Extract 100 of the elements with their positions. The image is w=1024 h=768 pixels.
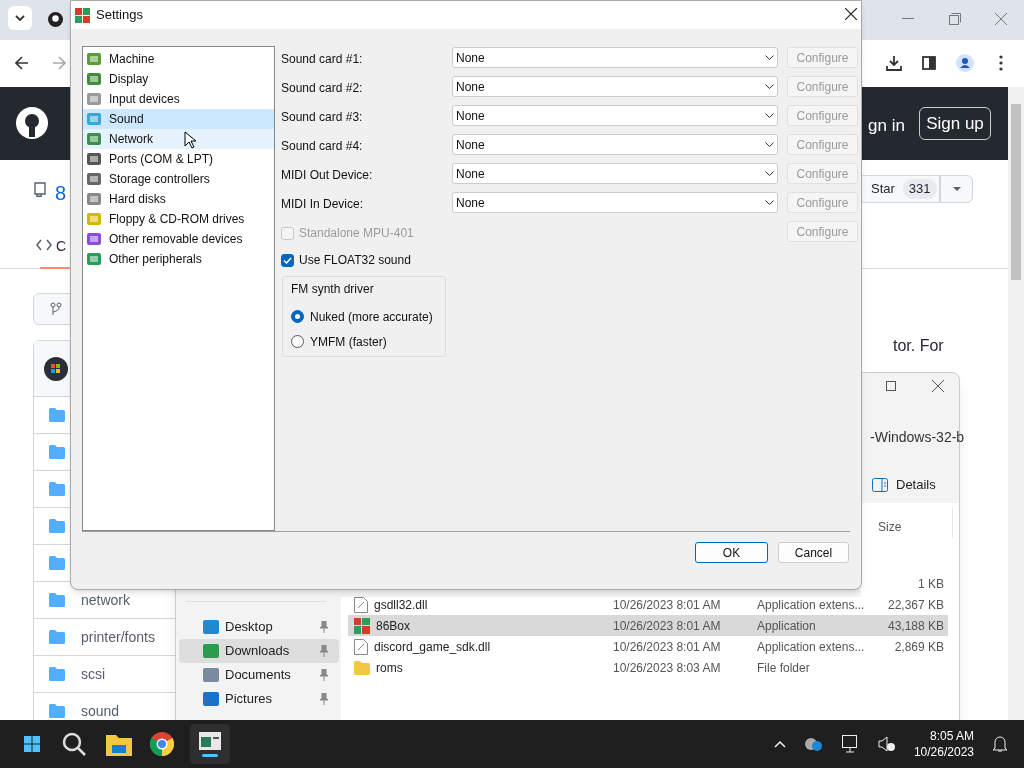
readme-text: tor. For (893, 336, 944, 356)
ok-button[interactable]: OK (695, 542, 768, 563)
close-icon[interactable] (932, 380, 944, 392)
checkbox[interactable] (281, 253, 294, 267)
side-panel-icon[interactable] (922, 56, 936, 70)
category-item[interactable]: Other peripherals (83, 249, 274, 269)
search-icon[interactable] (60, 730, 88, 758)
device-label: MIDI In Device: (281, 196, 365, 213)
radio-label: YMFM (faster) (310, 333, 387, 351)
code-tab[interactable]: C (56, 236, 67, 257)
nav-item[interactable]: Documents (179, 663, 339, 687)
bell-icon[interactable] (992, 735, 1008, 753)
file-row[interactable]: discord_game_sdk.dll 10/26/2023 8:01 AM Application extens... 2,869 KB (348, 636, 948, 657)
folder-name-link[interactable]: scsi (81, 663, 106, 685)
category-item[interactable]: Network (83, 129, 274, 149)
browser-icon[interactable] (150, 732, 174, 756)
device-dropdown[interactable]: None (452, 47, 778, 68)
category-item[interactable]: Sound (83, 109, 274, 129)
speaker-muted-icon[interactable] (877, 736, 896, 752)
column-header[interactable]: Size (878, 518, 902, 536)
radio-button[interactable] (291, 310, 304, 323)
file-row[interactable]: gsdll32.dll 10/26/2023 8:01 AM Application extens... 22,367 KB (348, 594, 948, 615)
file-name: 86Box (376, 617, 411, 635)
cancel-button[interactable]: Cancel (778, 542, 849, 563)
close-icon[interactable] (845, 8, 857, 20)
download-icon[interactable] (886, 55, 902, 71)
folder-icon (49, 519, 65, 533)
app-taskbar-button[interactable] (190, 724, 230, 764)
category-item[interactable]: Display (83, 69, 274, 89)
device-dropdown[interactable]: None (452, 192, 778, 213)
category-item[interactable]: Ports (COM & LPT) (83, 149, 274, 169)
mouse-cursor-icon (184, 131, 196, 149)
file-type: Application extens... (757, 597, 865, 612)
folder-icon (49, 445, 65, 459)
folder-name-link[interactable]: sound (81, 700, 120, 722)
nav-item[interactable]: Pictures (179, 687, 339, 711)
folder-icon (49, 593, 65, 607)
repo-icon (34, 182, 46, 197)
clock-date[interactable]: 10/26/2023 (913, 744, 974, 760)
device-dropdown[interactable]: None (452, 163, 778, 184)
location-icon (203, 668, 219, 682)
restore-icon[interactable] (949, 13, 961, 25)
back-arrow-icon[interactable] (15, 56, 29, 70)
file-date: 10/26/2023 8:01 AM (613, 618, 721, 633)
category-label: Ports (COM & LPT) (109, 151, 213, 168)
category-label: Network (109, 131, 153, 148)
folder-icon[interactable] (106, 732, 132, 756)
repo-name-link[interactable]: 8 (55, 178, 67, 208)
pin-icon[interactable] (319, 621, 329, 633)
profile-icon[interactable] (956, 54, 974, 72)
device-icon (86, 211, 103, 227)
clock-time[interactable]: 8:05 AM (929, 728, 974, 744)
chevron-down-icon (765, 113, 774, 118)
nav-item[interactable]: Downloads (179, 639, 339, 663)
category-item[interactable]: Floppy & CD-ROM drives (83, 209, 274, 229)
dropdown-value: None (456, 78, 485, 96)
nav-item[interactable]: Desktop (179, 615, 339, 639)
file-row[interactable]: roms 10/26/2023 8:03 AM File folder (348, 657, 948, 678)
file-size: 1 KB (918, 576, 944, 591)
pin-icon[interactable] (319, 645, 329, 657)
category-item[interactable]: Input devices (83, 89, 274, 109)
address-path[interactable]: -Windows-32-b (870, 427, 965, 448)
details-button[interactable]: Details (872, 475, 936, 495)
chevron-down-icon (765, 142, 774, 147)
radio-button[interactable] (291, 335, 304, 348)
device-label: Sound card #4: (281, 138, 364, 155)
category-item[interactable]: Storage controllers (83, 169, 274, 189)
chevron-up-icon[interactable] (773, 740, 786, 748)
category-item[interactable]: Hard disks (83, 189, 274, 209)
file-row[interactable]: 86Box 10/26/2023 8:01 AM Application 43,188 KB (348, 615, 948, 636)
sign-in-link[interactable]: gn in (868, 113, 905, 139)
avatar-icon (44, 356, 68, 381)
radio-label: Nuked (more accurate) (310, 308, 433, 326)
cloud-icon[interactable] (803, 736, 824, 752)
category-item[interactable]: Other removable devices (83, 229, 274, 249)
folder-name-link[interactable]: printer/fonts (81, 626, 155, 648)
scrollbar[interactable] (1008, 87, 1024, 720)
nav-label: Desktop (225, 618, 274, 637)
checkbox-label: Use FLOAT32 sound (299, 252, 411, 269)
sign-up-button[interactable]: Sign up (919, 107, 991, 140)
file-type: File folder (757, 660, 810, 675)
star-dropdown-button[interactable] (940, 175, 973, 203)
location-icon (203, 692, 219, 706)
device-dropdown[interactable]: None (452, 105, 778, 126)
folder-name-link[interactable]: network (81, 589, 131, 611)
monitor-icon[interactable] (841, 735, 860, 753)
category-item[interactable]: Machine (83, 49, 274, 69)
device-label: Sound card #3: (281, 109, 364, 126)
minimize-icon[interactable] (902, 18, 914, 20)
category-label: Machine (109, 51, 155, 68)
pin-icon[interactable] (319, 669, 329, 681)
device-dropdown[interactable]: None (452, 134, 778, 155)
device-icon (86, 231, 103, 247)
tab-search-button[interactable] (8, 6, 32, 30)
dropdown-value: None (456, 49, 485, 67)
device-dropdown[interactable]: None (452, 76, 778, 97)
maximize-icon[interactable] (886, 381, 896, 391)
menu-dots-icon[interactable] (999, 55, 1003, 71)
pin-icon[interactable] (319, 693, 329, 705)
device-icon (86, 151, 103, 167)
